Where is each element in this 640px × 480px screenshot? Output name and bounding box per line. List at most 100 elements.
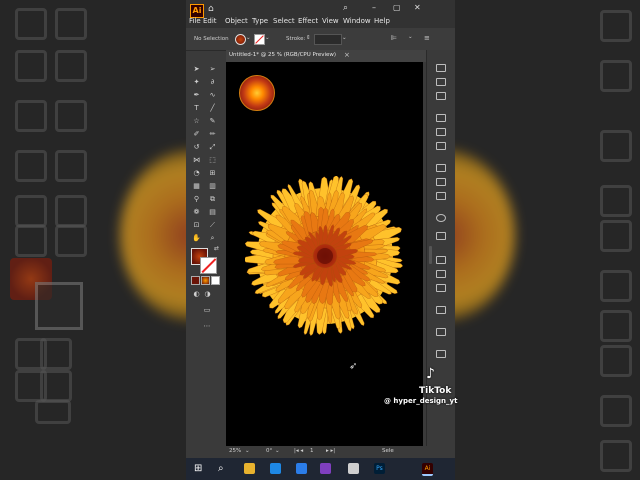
zoom-level[interactable]: 25% [229, 448, 241, 454]
mail-icon[interactable] [270, 463, 281, 474]
rotation-value[interactable]: 0° [266, 448, 272, 454]
color-guide-icon[interactable] [436, 128, 446, 136]
chevron-down-icon[interactable]: ⌄ [246, 35, 251, 41]
pencil-tool-icon[interactable]: ✏ [208, 130, 217, 138]
selection-tool-icon[interactable]: ➤ [192, 65, 201, 73]
pathfinder-icon[interactable] [436, 306, 446, 314]
paintbrush-tool-icon[interactable]: ✎ [208, 117, 217, 125]
scrollbar-thumb[interactable] [429, 246, 432, 264]
file-explorer-icon[interactable] [244, 463, 255, 474]
zoom-tool-icon[interactable]: ⌕ [208, 234, 217, 242]
chevron-down-icon[interactable]: ⌄ [265, 35, 270, 41]
gradient-circle-object[interactable] [239, 75, 275, 111]
stroke-weight-field[interactable] [314, 34, 342, 45]
draw-behind-icon[interactable]: ◑ [203, 290, 212, 298]
mesh-tool-icon[interactable]: ▦ [192, 182, 201, 190]
stroke-icon[interactable] [436, 256, 446, 264]
free-transform-tool-icon[interactable]: ⬚ [208, 156, 217, 164]
lasso-tool-icon[interactable]: ∂ [208, 78, 217, 86]
line-tool-icon[interactable]: ╱ [208, 104, 217, 112]
panel-menu-icon[interactable]: ≡ [424, 34, 430, 42]
document-tab[interactable]: Untitled-1* @ 25 % (RGB/CPU Preview) × [226, 50, 426, 62]
chevron-down-icon[interactable]: ⌄ [408, 34, 413, 40]
rotate-tool-icon[interactable]: ↺ [192, 143, 201, 151]
minimize-icon[interactable]: – [372, 3, 376, 12]
magic-wand-tool-icon[interactable]: ✦ [192, 78, 201, 86]
artboard-tool-icon[interactable]: ⊡ [192, 221, 201, 229]
menu-edit[interactable]: Edit [203, 17, 217, 25]
transparency-icon[interactable] [436, 232, 446, 240]
more-tools-icon[interactable]: ⋯ [201, 322, 213, 330]
slice-tool-icon[interactable]: ⟋ [208, 221, 217, 229]
maximize-icon[interactable]: ▢ [393, 3, 401, 12]
none-mode-icon[interactable] [211, 276, 220, 285]
type-tool-icon[interactable]: T [192, 104, 201, 112]
libraries-icon[interactable] [436, 92, 446, 100]
stepper-icon[interactable]: ⇕ [306, 35, 311, 41]
photoshop-icon[interactable]: Ps [374, 463, 385, 474]
capcut-icon[interactable] [348, 463, 359, 474]
photos-icon[interactable] [320, 463, 331, 474]
illustrator-icon[interactable]: Ai [422, 463, 433, 476]
swatches-icon[interactable] [436, 142, 446, 150]
artboard-number[interactable]: 1 [310, 448, 314, 454]
gradient-icon[interactable] [436, 270, 446, 278]
artboard-canvas[interactable]: ➶ [226, 62, 423, 446]
pen-tool-icon[interactable]: ✒ [192, 91, 201, 99]
star-tool-icon[interactable]: ☆ [192, 117, 201, 125]
edge-browser-icon[interactable] [296, 463, 307, 474]
symbol-sprayer-tool-icon[interactable]: ❁ [192, 208, 201, 216]
shaper-tool-icon[interactable]: ✐ [192, 130, 201, 138]
menu-object[interactable]: Object [225, 17, 248, 25]
appearance-icon[interactable] [436, 214, 446, 222]
eyedropper-tool-icon[interactable]: ⚲ [192, 195, 201, 203]
menu-view[interactable]: View [322, 17, 339, 25]
draw-mode-icon[interactable]: ◐ [192, 290, 201, 298]
blend-tool-icon[interactable]: ⧉ [208, 195, 217, 203]
chevron-down-icon[interactable]: ⌄ [275, 448, 280, 454]
hand-tool-icon[interactable]: ✋ [192, 234, 201, 242]
properties-icon[interactable] [436, 64, 446, 72]
stroke-color-swatch[interactable] [200, 257, 217, 274]
close-window-icon[interactable]: ✕ [414, 3, 421, 12]
gradient-tool-icon[interactable]: ▥ [208, 182, 217, 190]
fill-swatch-small[interactable] [235, 34, 246, 45]
direct-selection-tool-icon[interactable]: ➢ [208, 65, 217, 73]
layers-icon[interactable] [436, 78, 446, 86]
menu-window[interactable]: Window [343, 17, 371, 25]
menu-file[interactable]: File [189, 17, 201, 25]
gradient-mode-icon[interactable] [201, 276, 210, 285]
symbols-icon[interactable] [436, 178, 446, 186]
chevron-down-icon[interactable]: ⌄ [342, 35, 347, 41]
artboard-nav-prev-icon[interactable]: |◂ ◂ [294, 448, 303, 454]
menu-select[interactable]: Select [273, 17, 295, 25]
transform-icon[interactable] [436, 328, 446, 336]
screen-mode-icon[interactable]: ▭ [201, 306, 213, 314]
color-icon[interactable] [436, 114, 446, 122]
swap-colors-icon[interactable]: ⇄ [212, 245, 221, 253]
graph-tool-icon[interactable]: ▤ [208, 208, 217, 216]
home-icon[interactable]: ⌂ [208, 4, 214, 14]
color-mode-icon[interactable] [191, 276, 200, 285]
windows-start-icon[interactable]: ⊞ [194, 463, 205, 474]
marigold-flower-artwork[interactable] [245, 176, 405, 336]
menu-help[interactable]: Help [374, 17, 390, 25]
perspective-grid-tool-icon[interactable]: ⊞ [208, 169, 217, 177]
width-tool-icon[interactable]: ⋈ [192, 156, 201, 164]
stroke-swatch-small[interactable] [254, 34, 265, 45]
chevron-down-icon[interactable]: ⌄ [245, 448, 250, 454]
curvature-tool-icon[interactable]: ∿ [208, 91, 217, 99]
shape-builder-tool-icon[interactable]: ◔ [192, 169, 201, 177]
artboards-icon[interactable] [436, 350, 446, 358]
menu-type[interactable]: Type [252, 17, 268, 25]
scale-tool-icon[interactable]: ⤢ [208, 143, 217, 151]
close-tab-icon[interactable]: × [344, 51, 350, 59]
search-icon[interactable]: ⌕ [218, 463, 229, 474]
align-panel-icon[interactable] [436, 284, 446, 292]
brushes-icon[interactable] [436, 164, 446, 172]
align-icon[interactable]: ⊫ [391, 34, 397, 42]
graphic-styles-icon[interactable] [436, 192, 446, 200]
search-icon[interactable]: ⌕ [343, 3, 348, 13]
menu-effect[interactable]: Effect [298, 17, 318, 25]
artboard-nav-next-icon[interactable]: ▸ ▸| [326, 448, 335, 454]
